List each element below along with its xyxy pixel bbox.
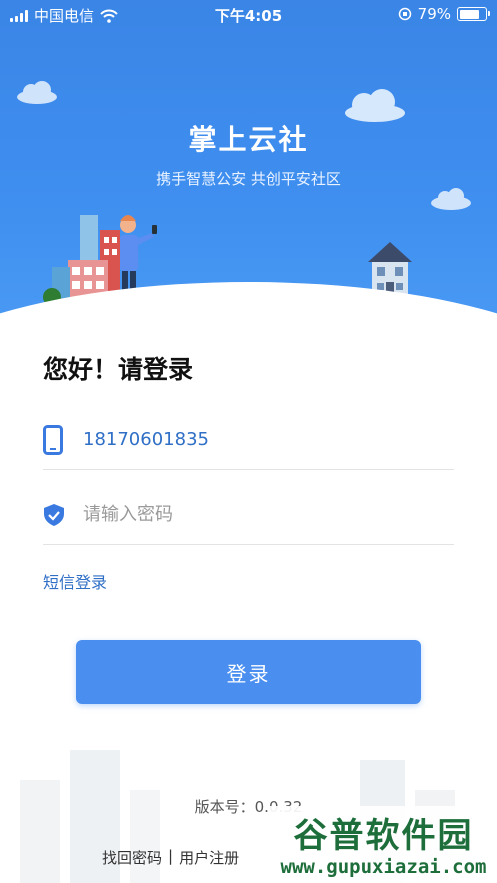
cloud-icon [431,188,471,210]
cloud-icon [17,81,57,104]
shield-icon [43,503,83,527]
register-link[interactable]: 用户注册 [179,847,239,868]
login-button[interactable]: 登录 [76,640,421,704]
password-input[interactable] [83,504,443,525]
link-divider: | [168,847,174,865]
battery-percent: 79% [417,5,451,23]
phone-icon [43,424,83,455]
login-greeting: 您好！请登录 [43,355,194,384]
sms-login-link[interactable]: 短信登录 [43,569,107,593]
cloud-icon [345,89,405,122]
battery-icon [457,7,490,21]
forgot-password-link[interactable]: 找回密码 [102,847,162,868]
watermark: 谷普软件园 www.gupuxiazai.com [270,806,497,883]
header-banner: 掌上云社 携手智慧公安 共创平安社区 [0,0,497,340]
watermark-url: www.gupuxiazai.com [280,856,487,878]
app-slogan: 携手智慧公安 共创平安社区 [156,170,341,188]
status-bar: 中国电信 下午4:05 79% [0,0,497,30]
watermark-title: 谷普软件园 [293,816,474,856]
app-title: 掌上云社 [188,123,309,156]
footer-links: 找回密码 | 用户注册 [102,847,239,868]
password-field[interactable] [43,485,454,545]
orientation-lock-icon [398,7,411,21]
phone-field[interactable]: 18170601835 [43,410,454,470]
phone-number-value[interactable]: 18170601835 [83,429,209,450]
